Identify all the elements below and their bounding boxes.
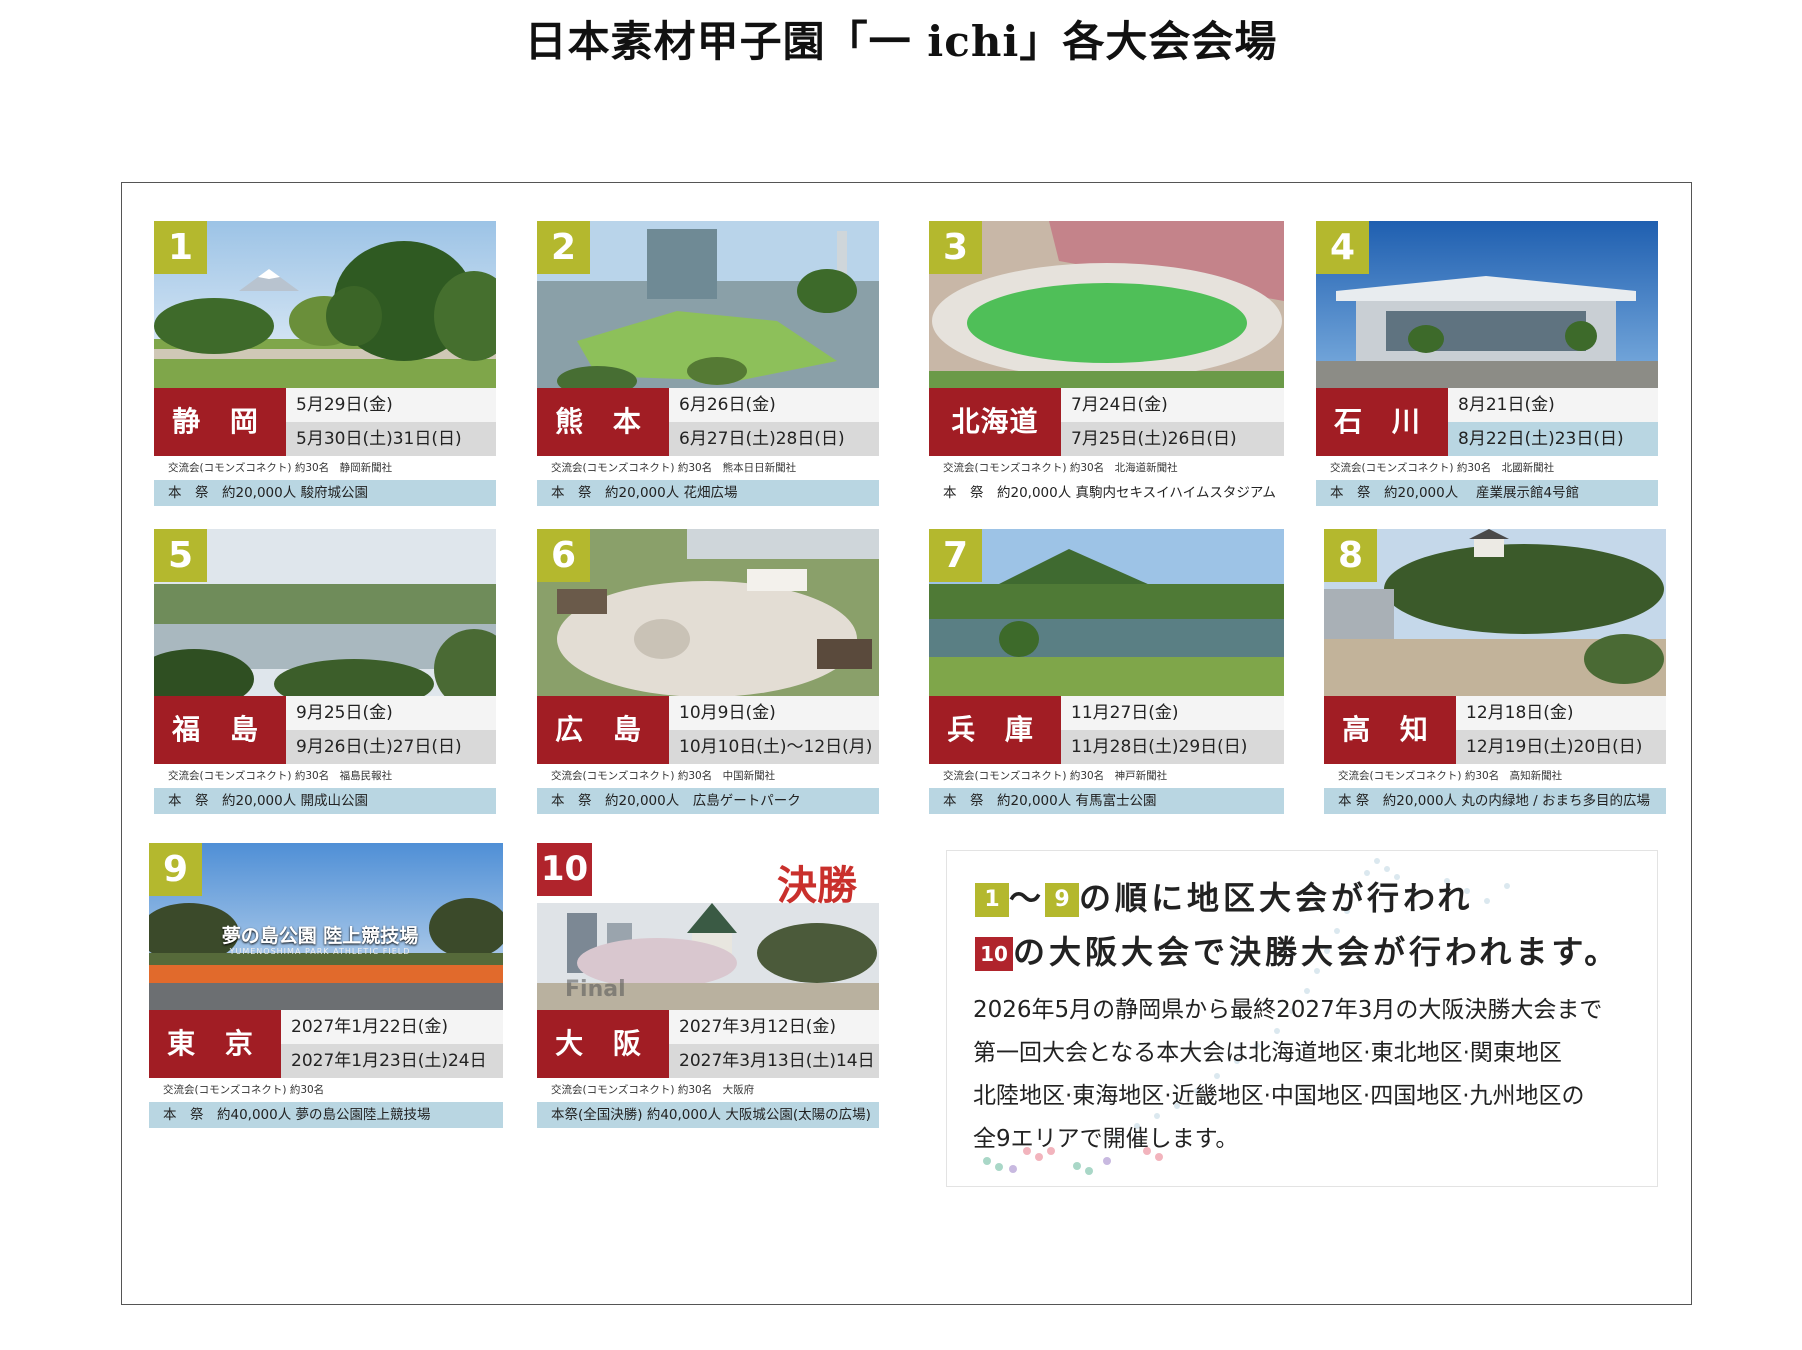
venue-card-hokkaido: 3 北海道 7月24日(金) 7月25日(土)26日(日) 交流会(コモンズコネ…: [929, 221, 1284, 506]
venue-prefecture: 福 島: [154, 696, 286, 764]
main-festival-info: 本 祭 約40,000人 夢の島公園陸上競技場: [149, 1102, 503, 1128]
schedule-description: 2026年5月の静岡県から最終2027年3月の大阪決勝大会まで 第一回大会となる…: [973, 989, 1643, 1161]
exchange-info: 交流会(コモンズコネクト) 約30名 北海道新聞社: [929, 456, 1284, 480]
venue-number-badge: 8: [1324, 529, 1377, 582]
main-festival-info: 本 祭 約20,000人 駿府城公園: [154, 480, 496, 506]
venue-photo: 2: [537, 221, 879, 388]
venue-number-badge: 3: [929, 221, 982, 274]
schedule-line-2-text: の大阪大会で決勝大会が行われます。: [1013, 933, 1621, 971]
exchange-info: 交流会(コモンズコネクト) 約30名 高知新聞社: [1324, 764, 1666, 788]
main-festival-info: 本 祭 約20,000人 開成山公園: [154, 788, 496, 814]
page-title: 日本素材甲子園「一 ichi」各大会会場: [524, 17, 1278, 66]
venue-photo: 4: [1316, 221, 1658, 388]
reception-date: 6月26日(金): [669, 388, 879, 422]
venue-number-badge: 6: [537, 529, 590, 582]
main-festival-info: 本 祭 約20,000人 広島ゲートパーク: [537, 788, 879, 814]
exchange-info: 交流会(コモンズコネクト) 約30名 熊本日日新聞社: [537, 456, 879, 480]
exchange-info: 交流会(コモンズコネクト) 約30名 中国新聞社: [537, 764, 879, 788]
venue-photo: 7: [929, 529, 1284, 696]
venue-card-kumamoto: 2 熊 本 6月26日(金) 6月27日(土)28日(日) 交流会(コモンズコネ…: [537, 221, 879, 506]
venue-prefecture: 石 川: [1316, 388, 1448, 456]
festival-dates: 2027年1月23日(土)24日(日): [281, 1044, 503, 1105]
venue-photo: 夢の島公園 陸上競技場 YUMENOSHIMA PARK ATHLETIC FI…: [149, 843, 503, 1010]
exchange-info: 交流会(コモンズコネクト) 約30名 静岡新聞社: [154, 456, 496, 480]
venue-card-osaka-final: 決勝 Final 10 大 阪 2027年3月12日(金) 2027年3月13日…: [537, 843, 879, 1128]
schedule-info-box: 1 ～ 9 の順に地区大会が行われ 10 の大阪大会で決勝大会が行われます。 2026年…: [946, 850, 1658, 1187]
venue-prefecture: 大 阪: [537, 1010, 669, 1078]
venue-card-fukushima: 5 福 島 9月25日(金) 9月26日(土)27日(日) 交流会(コモンズコネ…: [154, 529, 496, 814]
exchange-info: 交流会(コモンズコネクト) 約30名: [149, 1078, 503, 1102]
reception-date: 11月27日(金): [1061, 696, 1284, 730]
festival-dates: 9月26日(土)27日(日): [286, 730, 496, 764]
final-round-chip: 10: [975, 937, 1013, 971]
venue-photo: 6: [537, 529, 879, 696]
exchange-info: 交流会(コモンズコネクト) 約30名 神戸新聞社: [929, 764, 1284, 788]
round-end-chip: 9: [1045, 883, 1080, 917]
venue-number-badge: 9: [149, 843, 202, 896]
festival-dates: 12月19日(土)20日(日): [1456, 730, 1666, 764]
reception-date: 9月25日(金): [286, 696, 496, 730]
main-festival-info: 本 祭 約20,000人 丸の内緑地 / おまち多目的広場: [1324, 788, 1666, 814]
venue-card-ishikawa: 4 石 川 8月21日(金) 8月22日(土)23日(日) 交流会(コモンズコネ…: [1316, 221, 1658, 506]
description-line: 2026年5月の静岡県から最終2027年3月の大阪決勝大会まで: [973, 997, 1603, 1023]
venue-sign-text: 夢の島公園 陸上競技場: [221, 925, 419, 947]
main-festival-info: 本祭(全国決勝) 約40,000人 大阪城公園(太陽の広場): [537, 1102, 879, 1128]
reception-date: 12月18日(金): [1456, 696, 1666, 730]
festival-dates: 10月10日(土)～12日(月): [669, 730, 879, 764]
festival-dates: 6月27日(土)28日(日): [669, 422, 879, 456]
exchange-info: 交流会(コモンズコネクト) 約30名 大阪府: [537, 1078, 879, 1102]
description-line: 北陸地区·東海地区·近畿地区·中国地区·四国地区·九州地区の: [973, 1083, 1585, 1109]
final-label: 決勝: [777, 863, 857, 909]
description-line: 全9エリアで開催します。: [973, 1126, 1239, 1152]
festival-dates: 11月28日(土)29日(日): [1061, 730, 1284, 764]
venue-prefecture: 広 島: [537, 696, 669, 764]
venue-number-badge: 1: [154, 221, 207, 274]
venue-photo: 3: [929, 221, 1284, 388]
schedule-line-1-text: の順に地区大会が行われ: [1079, 879, 1474, 917]
venue-card-tokyo: 夢の島公園 陸上競技場 YUMENOSHIMA PARK ATHLETIC FI…: [149, 843, 503, 1128]
venue-card-hyogo: 7 兵 庫 11月27日(金) 11月28日(土)29日(日) 交流会(コモンズ…: [929, 529, 1284, 814]
main-festival-info: 本 祭 約20,000人 真駒内セキスイハイムスタジアム: [929, 480, 1284, 506]
venue-card-hiroshima: 6 広 島 10月9日(金) 10月10日(土)～12日(月) 交流会(コモンズ…: [537, 529, 879, 814]
venue-prefecture: 高 知: [1324, 696, 1456, 764]
schedule-line-1: 1 ～ 9 の順に地区大会が行われ: [975, 873, 1473, 919]
reception-date: 10月9日(金): [669, 696, 879, 730]
main-festival-info: 本 祭 約20,000人 花畑広場: [537, 480, 879, 506]
final-ghost-text: Final: [565, 977, 626, 1002]
festival-dates: 2027年3月13日(土)14日(日): [669, 1044, 879, 1105]
venue-prefecture: 静 岡: [154, 388, 286, 456]
venue-number-badge: 10: [537, 843, 592, 896]
venue-photo: 5: [154, 529, 496, 696]
venue-prefecture: 熊 本: [537, 388, 669, 456]
venue-number-badge: 2: [537, 221, 590, 274]
venue-card-kochi: 8 高 知 12月18日(金) 12月19日(土)20日(日) 交流会(コモンズ…: [1324, 529, 1666, 814]
venue-photo: 決勝 Final 10: [537, 843, 879, 1010]
venue-photo: 8: [1324, 529, 1666, 696]
exchange-info: 交流会(コモンズコネクト) 約30名 福島民報社: [154, 764, 496, 788]
venue-number-badge: 7: [929, 529, 982, 582]
venue-number-badge: 5: [154, 529, 207, 582]
festival-dates: 8月22日(土)23日(日): [1448, 422, 1658, 456]
venue-prefecture: 東 京: [149, 1010, 281, 1078]
main-festival-info: 本 祭 約20,000人 有馬富士公園: [929, 788, 1284, 814]
main-festival-info: 本 祭 約20,000人 産業展示館4号館: [1316, 480, 1658, 506]
venue-photo: 1: [154, 221, 496, 388]
reception-date: 7月24日(金): [1061, 388, 1284, 422]
venue-card-shizuoka: 1 静 岡 5月29日(金) 5月30日(土)31日(日) 交流会(コモンズコネ…: [154, 221, 496, 506]
tilde: ～: [1009, 879, 1046, 917]
venue-sign-subtext: YUMENOSHIMA PARK ATHLETIC FIELD: [229, 947, 411, 956]
reception-date: 2027年3月12日(金): [669, 1010, 879, 1044]
schedule-line-2: 10 の大阪大会で決勝大会が行われます。: [975, 927, 1620, 973]
venue-prefecture: 兵 庫: [929, 696, 1061, 764]
reception-date: 8月21日(金): [1448, 388, 1658, 422]
round-start-chip: 1: [975, 883, 1009, 917]
festival-dates: 7月25日(土)26日(日): [1061, 422, 1284, 456]
exchange-info: 交流会(コモンズコネクト) 約30名 北國新聞社: [1316, 456, 1658, 480]
venue-number-badge: 4: [1316, 221, 1369, 274]
reception-date: 2027年1月22日(金): [281, 1010, 503, 1044]
reception-date: 5月29日(金): [286, 388, 496, 422]
description-line: 第一回大会となる本大会は北海道地区·東北地区·関東地区: [973, 1040, 1562, 1066]
venue-prefecture: 北海道: [929, 388, 1061, 456]
festival-dates: 5月30日(土)31日(日): [286, 422, 496, 456]
